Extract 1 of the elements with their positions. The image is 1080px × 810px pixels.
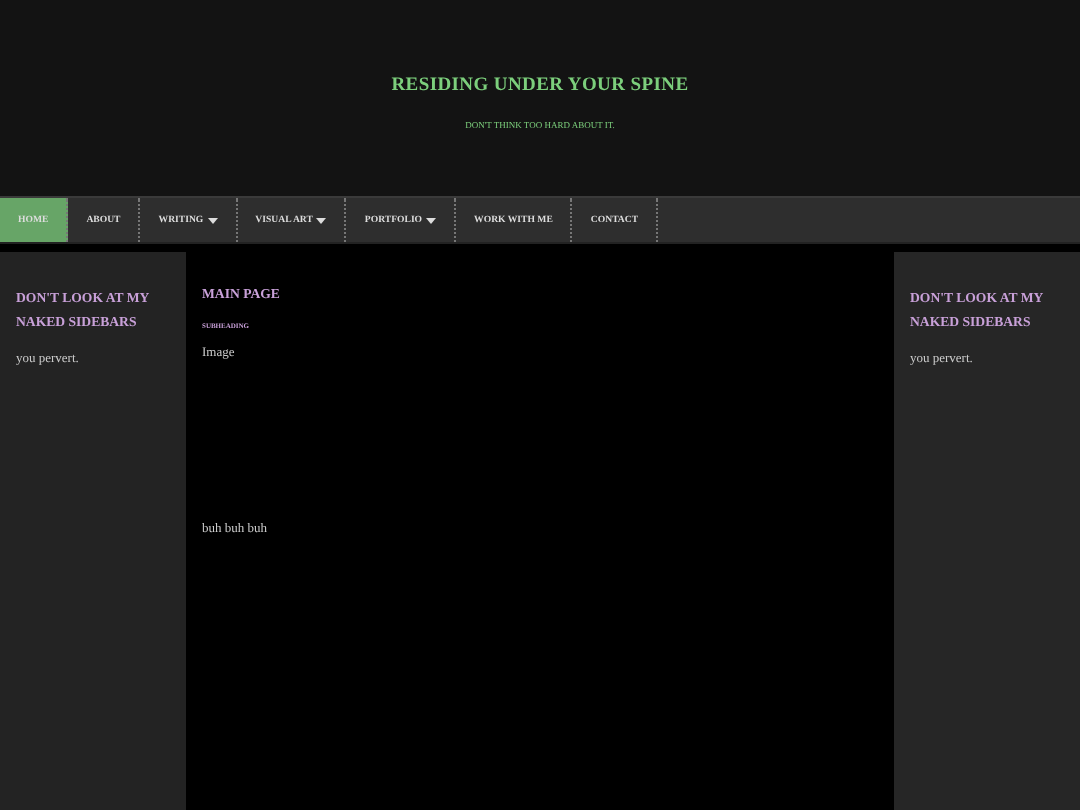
site-title: RESIDING UNDER YOUR SPINE: [391, 75, 689, 95]
